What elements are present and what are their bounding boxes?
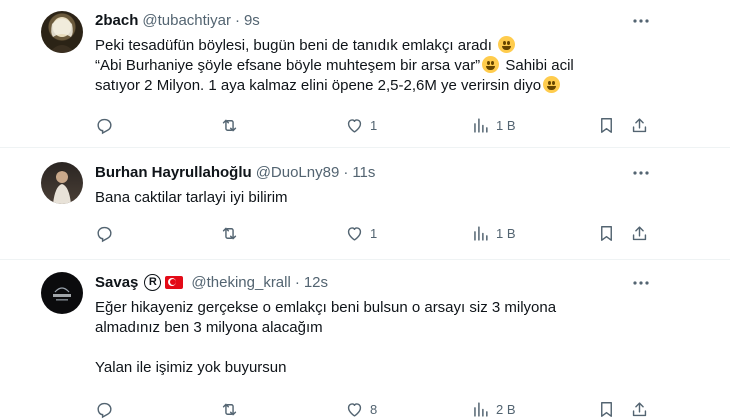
tweet-header: 2bach @tubachtiyar · 9s (95, 10, 260, 30)
views-chart-icon (474, 117, 488, 133)
tweet-line: Peki tesadüfün böylesi, bugün beni de ta… (95, 37, 492, 54)
bookmark-icon (601, 117, 612, 133)
smile-emoji-icon (482, 56, 500, 73)
share-icon (632, 401, 647, 416)
views-chart-icon (474, 225, 488, 241)
like-button[interactable]: 1 (345, 222, 377, 244)
separator-dot: · (294, 273, 300, 291)
tweet-3[interactable]: Savaş R @theking_krall · 12s Eğer hikaye… (0, 260, 730, 420)
user-handle[interactable]: @tubachtiyar (142, 12, 231, 29)
bookmark-icon (601, 225, 612, 241)
bookmark-button[interactable] (597, 114, 616, 136)
avatar[interactable] (41, 272, 83, 314)
retweet-button[interactable] (220, 222, 239, 244)
tweet-line: satıyor 2 Milyon. 1 aya kalmaz elini öpe… (95, 77, 542, 94)
tweet-text: Eğer hikayeniz gerçekse o emlakçı beni b… (95, 298, 695, 378)
tweet-line: Sahibi acil (505, 57, 574, 74)
tweet-1[interactable]: 2bach @tubachtiyar · 9s Peki tesadüfün b… (0, 0, 730, 146)
avatar[interactable] (41, 162, 83, 204)
reply-icon (97, 226, 112, 242)
tweet-header: Burhan Hayrullahoğlu @DuoLny89 · 11s (95, 162, 375, 182)
share-icon (632, 117, 647, 132)
more-button[interactable] (630, 273, 652, 293)
heart-icon (347, 118, 362, 133)
joy-emoji-icon (543, 76, 561, 93)
tweet-text: Bana caktilar tarlayi iyi bilirim (95, 188, 695, 208)
tweet-line: Yalan ile işimiz yok buyursun (95, 359, 287, 376)
reply-icon (97, 402, 112, 418)
tweet-actions: 1 1 B (0, 222, 730, 244)
bookmark-icon (601, 401, 612, 417)
share-button[interactable] (630, 222, 649, 244)
views-count: 1 B (496, 225, 516, 241)
like-button[interactable]: 8 (345, 398, 377, 420)
reply-button[interactable] (95, 114, 114, 136)
reply-button[interactable] (95, 398, 114, 420)
display-name[interactable]: Burhan Hayrullahoğlu (95, 164, 252, 181)
avatar[interactable] (41, 11, 83, 53)
tweet-line: almadınız ben 3 milyona alacağım (95, 319, 323, 336)
separator-dot: · (343, 163, 349, 181)
bookmark-button[interactable] (597, 398, 616, 420)
share-button[interactable] (630, 398, 649, 420)
more-horizontal-icon (633, 19, 649, 23)
views-count: 1 B (496, 117, 516, 133)
timestamp[interactable]: 12s (304, 274, 328, 291)
like-count: 1 (370, 225, 378, 241)
more-button[interactable] (630, 11, 652, 31)
share-button[interactable] (630, 114, 649, 136)
display-name[interactable]: 2bach (95, 12, 138, 29)
views-button[interactable]: 1 B (471, 222, 516, 244)
retweet-button[interactable] (220, 398, 239, 420)
retweet-icon (222, 227, 237, 239)
views-button[interactable]: 1 B (471, 114, 516, 136)
timestamp[interactable]: 11s (352, 164, 375, 181)
registered-badge-icon: R (144, 273, 162, 291)
like-count: 8 (370, 401, 378, 417)
like-count: 1 (370, 117, 378, 133)
tweet-text: Peki tesadüfün böylesi, bugün beni de ta… (95, 36, 695, 96)
retweet-icon (222, 403, 237, 415)
sweat-smile-emoji-icon (498, 36, 516, 53)
user-handle[interactable]: @theking_krall (191, 274, 290, 291)
display-name[interactable]: Savaş (95, 274, 138, 291)
like-button[interactable]: 1 (345, 114, 377, 136)
separator-dot: · (234, 11, 240, 29)
share-icon (632, 225, 647, 240)
more-horizontal-icon (633, 281, 649, 285)
tweet-line: Bana caktilar tarlayi iyi bilirim (95, 189, 288, 206)
bookmark-button[interactable] (597, 222, 616, 244)
turkey-flag-icon (165, 275, 184, 289)
heart-icon (347, 402, 362, 417)
tweet-line: Eğer hikayeniz gerçekse o emlakçı beni b… (95, 299, 557, 316)
timestamp[interactable]: 9s (244, 12, 260, 29)
views-count: 2 B (496, 401, 516, 417)
tweet-header: Savaş R @theking_krall · 12s (95, 272, 328, 292)
retweet-icon (222, 119, 237, 131)
tweet-2[interactable]: Burhan Hayrullahoğlu @DuoLny89 · 11s Ban… (0, 148, 730, 258)
more-horizontal-icon (633, 171, 649, 175)
retweet-button[interactable] (220, 114, 239, 136)
views-chart-icon (474, 401, 488, 417)
heart-icon (347, 226, 362, 241)
tweet-actions: 8 2 B (0, 398, 730, 420)
user-handle[interactable]: @DuoLny89 (256, 164, 340, 181)
reply-icon (97, 118, 112, 134)
tweet-actions: 1 1 B (0, 114, 730, 136)
views-button[interactable]: 2 B (471, 398, 516, 420)
reply-button[interactable] (95, 222, 114, 244)
tweet-line: “Abi Burhaniye şöyle efsane böyle muhteş… (95, 57, 481, 74)
more-button[interactable] (630, 163, 652, 183)
